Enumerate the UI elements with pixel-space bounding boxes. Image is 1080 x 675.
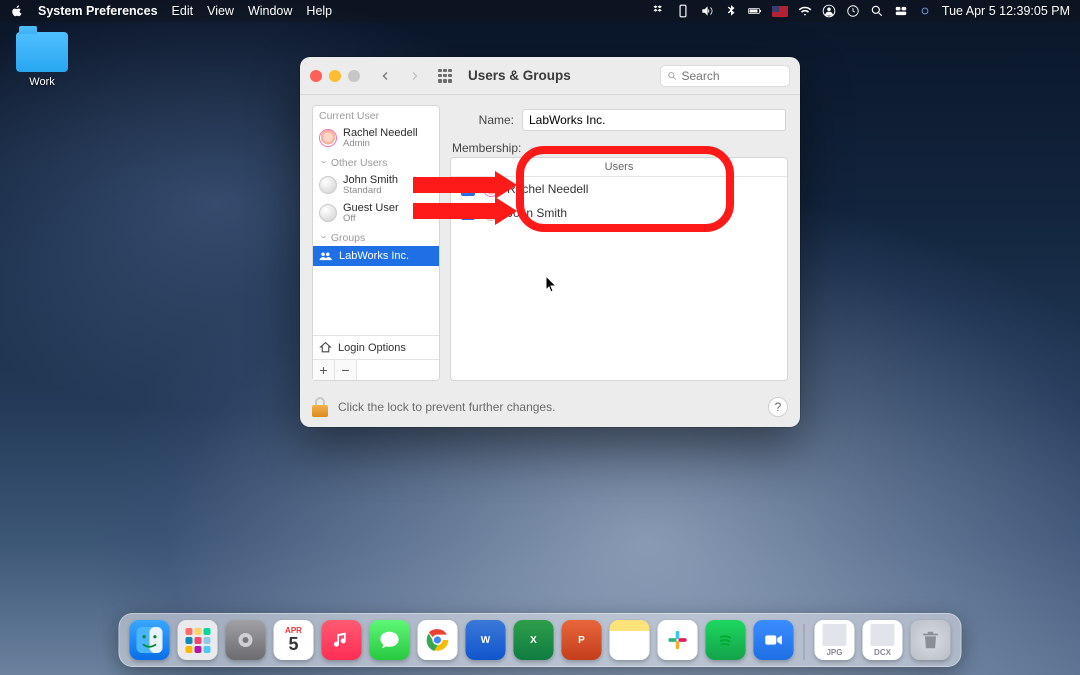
- add-remove-row: + −: [313, 359, 439, 380]
- dock-app-notes[interactable]: [610, 620, 650, 660]
- dock-app-chrome[interactable]: [418, 620, 458, 660]
- dock-app-launchpad[interactable]: [178, 620, 218, 660]
- user-menu-icon[interactable]: [822, 4, 836, 18]
- traffic-lights: [310, 70, 360, 82]
- volume-icon[interactable]: [700, 4, 714, 18]
- membership-checkbox[interactable]: [461, 182, 475, 196]
- time-machine-icon[interactable]: [846, 4, 860, 18]
- battery-icon[interactable]: [748, 4, 762, 18]
- avatar-icon: [319, 129, 337, 147]
- dock-item-file[interactable]: JPG: [815, 620, 855, 660]
- dock-app-calendar[interactable]: APR5: [274, 620, 314, 660]
- home-icon: [319, 341, 332, 354]
- user-role: Off: [343, 214, 399, 224]
- sidebar-item-user[interactable]: Guest User Off: [313, 199, 439, 228]
- desktop-folder-work[interactable]: Work: [12, 32, 72, 88]
- minimize-button[interactable]: [329, 70, 341, 82]
- dock-app-slack[interactable]: [658, 620, 698, 660]
- dock-app-settings[interactable]: [226, 620, 266, 660]
- member-name: John Smith: [507, 206, 567, 220]
- login-options-button[interactable]: Login Options: [313, 335, 439, 359]
- group-name: LabWorks Inc.: [339, 250, 409, 262]
- users-sidebar: Current User Rachel Needell Admin Other …: [312, 105, 440, 381]
- group-icon: [319, 250, 333, 262]
- users-column-header: Users: [451, 158, 787, 177]
- menubar: System Preferences Edit View Window Help…: [0, 0, 1080, 22]
- membership-checkbox[interactable]: [461, 206, 475, 220]
- avatar-icon: [319, 204, 337, 222]
- membership-row[interactable]: John Smith: [451, 201, 787, 225]
- forward-button[interactable]: [404, 65, 426, 87]
- dock-app-messages[interactable]: [370, 620, 410, 660]
- menu-window[interactable]: Window: [248, 4, 292, 18]
- mouse-cursor: [546, 276, 558, 294]
- menu-view[interactable]: View: [207, 4, 234, 18]
- user-role: Admin: [343, 139, 418, 149]
- dock[interactable]: APR5 W X P JPG DCX: [119, 613, 962, 667]
- group-name-input[interactable]: [522, 109, 786, 131]
- dock-separator: [804, 624, 805, 660]
- dock-app-zoom[interactable]: [754, 620, 794, 660]
- dock-app-finder[interactable]: [130, 620, 170, 660]
- siri-icon[interactable]: [918, 4, 932, 18]
- window-footer: Click the lock to prevent further change…: [300, 389, 800, 427]
- avatar-icon: [483, 205, 499, 221]
- bluetooth-icon[interactable]: [724, 4, 738, 18]
- add-button[interactable]: +: [313, 360, 335, 380]
- lock-button[interactable]: [312, 397, 328, 417]
- section-current-user: Current User: [313, 106, 439, 124]
- menu-edit[interactable]: Edit: [172, 4, 194, 18]
- back-button[interactable]: [374, 65, 396, 87]
- dock-trash[interactable]: [911, 620, 951, 660]
- folder-label: Work: [12, 76, 72, 88]
- name-label: Name:: [452, 113, 514, 127]
- dock-app-excel[interactable]: X: [514, 620, 554, 660]
- section-groups[interactable]: Groups: [313, 228, 439, 246]
- zoom-button[interactable]: [348, 70, 360, 82]
- membership-row[interactable]: Rachel Needell: [451, 177, 787, 201]
- spotlight-icon[interactable]: [870, 4, 884, 18]
- dock-item-file[interactable]: DCX: [863, 620, 903, 660]
- lock-hint-text: Click the lock to prevent further change…: [338, 400, 555, 414]
- login-options-label: Login Options: [338, 342, 406, 354]
- help-button[interactable]: ?: [768, 397, 788, 417]
- section-other-users[interactable]: Other Users: [313, 153, 439, 171]
- window-title: Users & Groups: [468, 68, 571, 83]
- app-name[interactable]: System Preferences: [38, 4, 158, 18]
- close-button[interactable]: [310, 70, 322, 82]
- device-icon[interactable]: [676, 4, 690, 18]
- search-input[interactable]: [682, 69, 784, 83]
- input-source-flag-icon[interactable]: [772, 6, 788, 17]
- group-detail-pane: Name: Membership: Users Rachel Needell J…: [450, 105, 788, 381]
- wifi-icon[interactable]: [798, 4, 812, 18]
- membership-label: Membership:: [450, 141, 788, 155]
- avatar-icon: [319, 176, 337, 194]
- membership-table: Users Rachel Needell John Smith: [450, 157, 788, 381]
- dock-app-music[interactable]: [322, 620, 362, 660]
- sidebar-item-user[interactable]: John Smith Standard: [313, 171, 439, 200]
- window-titlebar[interactable]: Users & Groups: [300, 57, 800, 95]
- avatar-icon: [483, 181, 499, 197]
- apple-menu-icon[interactable]: [10, 4, 24, 18]
- menu-help[interactable]: Help: [306, 4, 332, 18]
- search-icon: [667, 70, 678, 82]
- sidebar-item-current-user[interactable]: Rachel Needell Admin: [313, 124, 439, 153]
- dropbox-icon[interactable]: [652, 4, 666, 18]
- search-field[interactable]: [660, 65, 790, 87]
- sidebar-item-group-selected[interactable]: LabWorks Inc.: [313, 246, 439, 266]
- control-center-icon[interactable]: [894, 4, 908, 18]
- remove-button[interactable]: −: [335, 360, 357, 380]
- folder-icon: [16, 32, 68, 72]
- dock-app-powerpoint[interactable]: P: [562, 620, 602, 660]
- dock-app-word[interactable]: W: [466, 620, 506, 660]
- show-all-button[interactable]: [434, 65, 456, 87]
- user-name: John Smith: [343, 174, 398, 186]
- user-role: Standard: [343, 186, 398, 196]
- system-preferences-window: Users & Groups Current User Rachel Neede…: [300, 57, 800, 427]
- dock-app-spotify[interactable]: [706, 620, 746, 660]
- member-name: Rachel Needell: [507, 182, 588, 196]
- menubar-clock[interactable]: Tue Apr 5 12:39:05 PM: [942, 4, 1070, 18]
